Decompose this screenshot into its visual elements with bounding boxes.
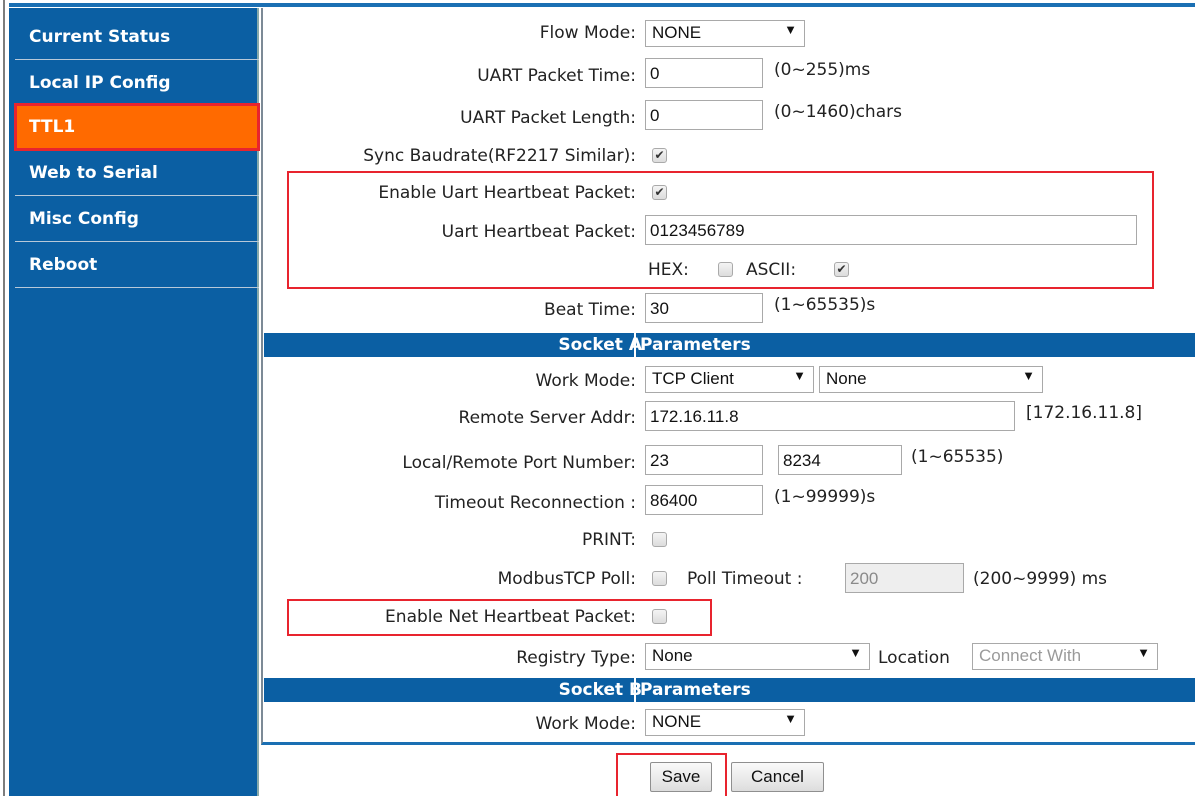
- socket-a-header-left: Socket A: [558, 335, 642, 355]
- uart-packet-length-label: UART Packet Length:: [460, 108, 636, 128]
- socket-a-work-mode-label: Work Mode:: [535, 371, 637, 391]
- socket-b-work-mode-label: Work Mode:: [535, 714, 637, 734]
- socket-a-secondary-mode-select[interactable]: None ▼: [819, 366, 1043, 393]
- port-number-label: Local/Remote Port Number:: [402, 453, 636, 473]
- chevron-down-icon: ▼: [849, 645, 862, 660]
- uart-packet-time-input[interactable]: 0: [645, 58, 763, 88]
- uart-packet-length-input[interactable]: 0: [645, 100, 763, 130]
- remote-port-input[interactable]: 8234: [778, 445, 902, 475]
- socket-a-header-right: Parameters: [640, 335, 751, 355]
- timeout-reconnection-label: Timeout Reconnection :: [434, 493, 636, 513]
- timeout-reconnection-input[interactable]: 86400: [645, 485, 763, 515]
- modbus-tcp-poll-label: ModbusTCP Poll:: [497, 569, 636, 589]
- sync-baudrate-label: Sync Baudrate(RF2217 Similar):: [363, 146, 636, 166]
- uart-packet-time-hint: (0~255)ms: [774, 60, 871, 80]
- flow-mode-label: Flow Mode:: [539, 23, 636, 43]
- header-divider: [634, 333, 636, 357]
- beat-time-hint: (1~65535)s: [774, 295, 876, 315]
- poll-timeout-input: 200: [845, 563, 964, 593]
- socket-b-header-right: Parameters: [640, 680, 751, 700]
- modbus-tcp-poll-checkbox[interactable]: [652, 571, 667, 586]
- remote-server-addr-input[interactable]: 172.16.11.8: [645, 401, 1015, 431]
- uart-heartbeat-packet-label: Uart Heartbeat Packet:: [441, 222, 636, 242]
- enable-net-heartbeat-label: Enable Net Heartbeat Packet:: [385, 607, 636, 627]
- poll-timeout-hint: (200~9999) ms: [973, 569, 1108, 589]
- local-port-input[interactable]: 23: [645, 445, 763, 475]
- print-label: PRINT:: [581, 530, 636, 550]
- flow-mode-select[interactable]: NONE ▼: [645, 20, 805, 47]
- sidebar-item-ttl1[interactable]: TTL1: [14, 103, 260, 151]
- timeout-reconnection-hint: (1~99999)s: [774, 487, 876, 507]
- sidebar-item-current-status[interactable]: Current Status: [15, 14, 259, 60]
- uart-packet-length-hint: (0~1460)chars: [774, 102, 902, 122]
- hex-checkbox[interactable]: [718, 262, 733, 277]
- top-header-bar: [9, 0, 1195, 8]
- location-select[interactable]: Connect With ▼: [972, 643, 1158, 670]
- header-divider: [634, 678, 636, 702]
- poll-timeout-label: Poll Timeout :: [687, 569, 803, 589]
- beat-time-label: Beat Time:: [544, 300, 636, 320]
- remote-server-addr-label: Remote Server Addr:: [458, 408, 636, 428]
- print-checkbox[interactable]: [652, 532, 667, 547]
- uart-heartbeat-packet-input[interactable]: 0123456789: [645, 215, 1137, 245]
- cancel-button[interactable]: Cancel: [731, 762, 824, 792]
- remote-server-addr-hint: [172.16.11.8]: [1026, 403, 1143, 423]
- ascii-label: ASCII:: [746, 260, 797, 280]
- socket-a-work-mode-select[interactable]: TCP Client ▼: [645, 366, 814, 393]
- beat-time-input[interactable]: 30: [645, 293, 763, 323]
- chevron-down-icon: ▼: [1022, 368, 1035, 383]
- hex-label: HEX:: [648, 260, 689, 280]
- ascii-checkbox[interactable]: [834, 262, 849, 277]
- enable-uart-heartbeat-label: Enable Uart Heartbeat Packet:: [378, 183, 636, 203]
- sidebar-item-reboot[interactable]: Reboot: [15, 242, 259, 288]
- uart-packet-time-label: UART Packet Time:: [477, 66, 636, 86]
- window-left-border: [0, 0, 9, 796]
- registry-type-select[interactable]: None ▼: [645, 643, 870, 670]
- sidebar-nav: Current Status Local IP Config TTL1 Web …: [9, 8, 260, 796]
- socket-b-header-left: Socket B: [558, 680, 642, 700]
- sidebar-item-web-to-serial[interactable]: Web to Serial: [15, 150, 259, 196]
- chevron-down-icon: ▼: [1137, 645, 1150, 660]
- enable-net-heartbeat-checkbox[interactable]: [652, 609, 667, 624]
- registry-type-label: Registry Type:: [516, 648, 636, 668]
- save-button[interactable]: Save: [650, 762, 712, 792]
- chevron-down-icon: ▼: [793, 368, 806, 383]
- chevron-down-icon: ▼: [784, 22, 797, 37]
- location-label: Location: [878, 648, 950, 668]
- enable-uart-heartbeat-checkbox[interactable]: [652, 185, 667, 200]
- socket-b-work-mode-select[interactable]: NONE ▼: [645, 709, 805, 736]
- socket-a-header: Socket A Parameters: [264, 333, 1195, 357]
- sidebar-item-local-ip-config[interactable]: Local IP Config: [15, 60, 259, 106]
- port-number-hint: (1~65535): [911, 447, 1004, 467]
- chevron-down-icon: ▼: [784, 711, 797, 726]
- sidebar-item-misc-config[interactable]: Misc Config: [15, 196, 259, 242]
- socket-b-header: Socket B Parameters: [264, 678, 1195, 702]
- sync-baudrate-checkbox[interactable]: [652, 148, 667, 163]
